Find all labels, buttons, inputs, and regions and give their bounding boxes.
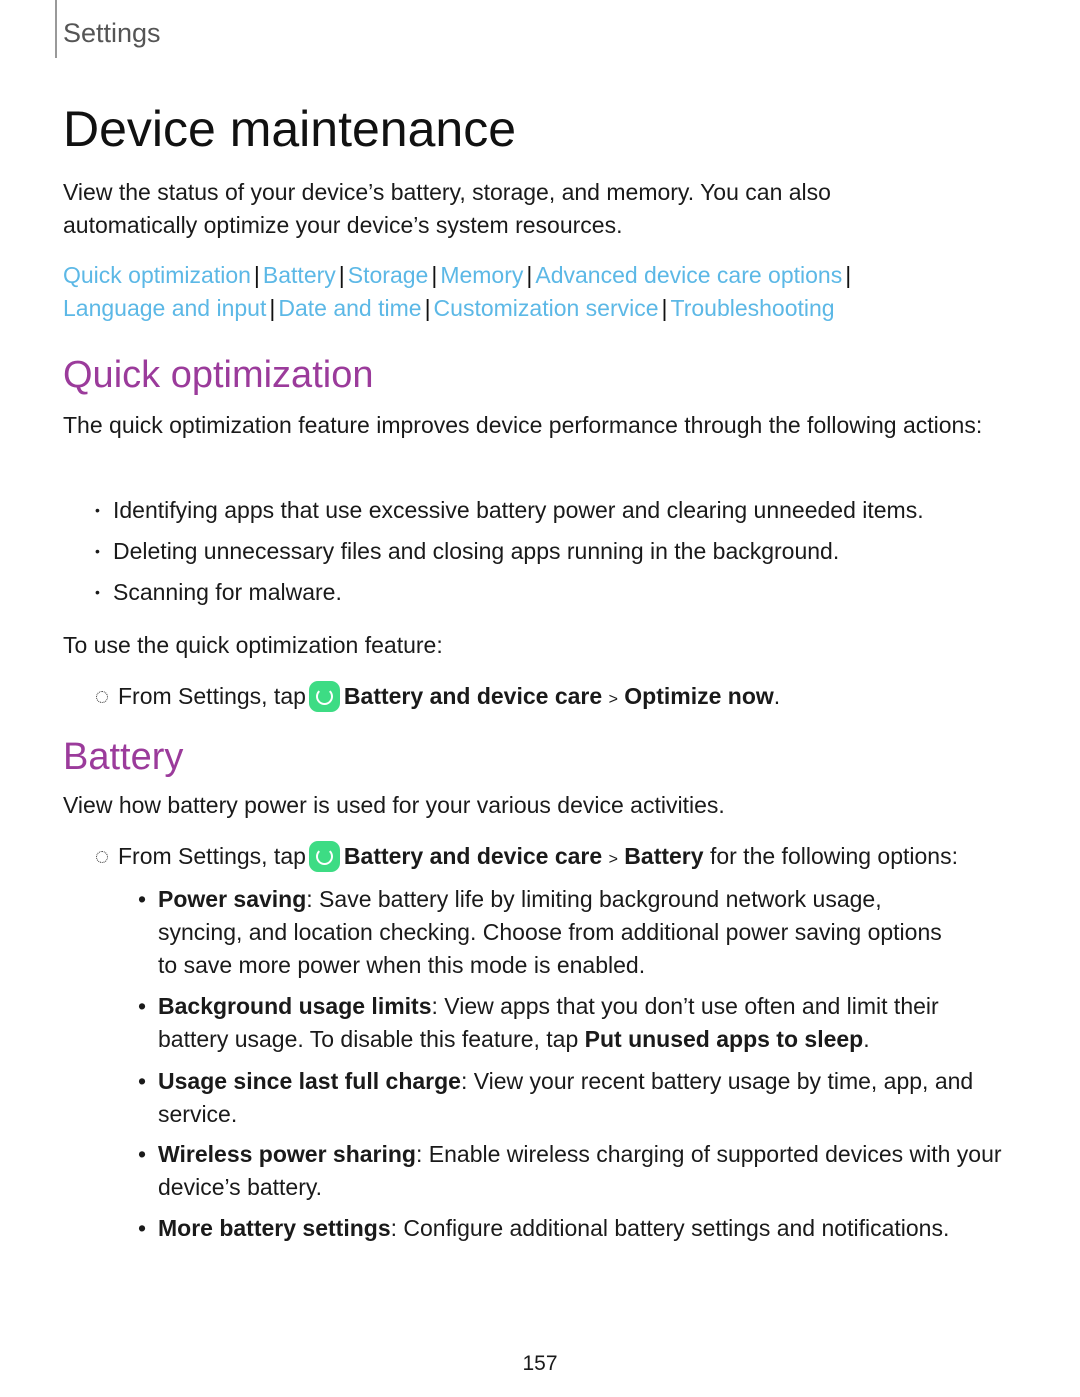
bullet-icon: • — [138, 1215, 147, 1241]
link-battery[interactable]: Battery — [263, 262, 336, 288]
bullet-text: Deleting unnecessary files and closing a… — [113, 538, 840, 564]
separator: | — [269, 295, 276, 321]
step-end: . — [773, 683, 781, 709]
page-number: 157 — [522, 1352, 558, 1375]
step-target: Battery — [624, 843, 704, 869]
list-item: • Identifying apps that use excessive bat… — [95, 494, 924, 527]
device-care-app-icon — [308, 841, 340, 872]
link-memory[interactable]: Memory — [440, 262, 523, 288]
separator: | — [253, 262, 260, 288]
step-app-name: Battery and device care — [343, 683, 603, 709]
separator: | — [338, 262, 345, 288]
bullet-icon: • — [95, 502, 100, 518]
bullet-text: Scanning for malware. — [113, 579, 342, 605]
topic-links: Quick optimization | Battery | Storage | Memor… — [63, 259, 1023, 325]
bullet-icon: • — [138, 1141, 147, 1167]
list-item: • Scanning for malware. — [95, 576, 342, 609]
manual-page: Settings Device maintenance View the sta… — [0, 0, 1080, 1397]
device-care-app-icon — [308, 681, 340, 712]
list-item: • Deleting unnecessary files and closing … — [95, 535, 840, 568]
battery-text: View how battery power is used for your … — [63, 792, 725, 818]
use-feature-text: To use the quick optimization feature: — [63, 632, 443, 658]
option-end: . — [863, 1026, 870, 1052]
header-divider — [55, 0, 57, 58]
option-wireless-power-sharing: • Wireless power sharing: Enable wireless… — [138, 1138, 1018, 1204]
link-quick-optimization[interactable]: Quick optimization — [63, 262, 251, 288]
option-power-saving: • Power saving: Save battery life by limi… — [138, 883, 958, 982]
option-more-battery-settings: • More battery settings: Configure additi… — [138, 1212, 1058, 1245]
intro-text: View the status of your device’s battery… — [63, 179, 831, 238]
link-troubleshooting[interactable]: Troubleshooting — [671, 295, 835, 321]
link-advanced-device-care[interactable]: Advanced device care options — [535, 262, 842, 288]
option-extra: Put unused apps to sleep — [584, 1026, 864, 1052]
page-title: Device maintenance — [63, 101, 517, 157]
separator: | — [661, 295, 668, 321]
separator: | — [845, 262, 852, 288]
option-background-usage: • Background usage limits: View apps that… — [138, 990, 998, 1056]
separator: | — [424, 295, 431, 321]
option-term: Background usage limits — [158, 993, 432, 1019]
bullet-icon: • — [95, 584, 100, 600]
section-header: Settings — [63, 18, 161, 48]
step-app-name: Battery and device care — [343, 843, 603, 869]
link-storage[interactable]: Storage — [348, 262, 429, 288]
option-term: Usage since last full charge — [158, 1068, 461, 1094]
bullet-icon: • — [138, 993, 147, 1019]
step-optimize: From Settings, tap Battery and device car… — [96, 680, 781, 716]
option-term: More battery settings — [158, 1215, 391, 1241]
bullet-icon: • — [138, 886, 147, 912]
bullet-text: Identifying apps that use excessive batt… — [113, 497, 924, 523]
separator: | — [431, 262, 438, 288]
step-battery: From Settings, tap Battery and device car… — [96, 840, 958, 876]
step-text: From Settings, tap — [118, 683, 306, 709]
option-desc: : Configure additional battery settings … — [390, 1215, 950, 1241]
option-usage-since-charge: • Usage since last full charge: View your… — [138, 1065, 988, 1131]
step-circle-icon — [96, 851, 108, 863]
link-date-time[interactable]: Date and time — [278, 295, 421, 321]
step-separator: > — [608, 691, 618, 708]
step-target: Optimize now — [624, 683, 774, 709]
quick-optimization-heading: Quick optimization — [63, 354, 374, 396]
step-end: for the following options: — [709, 843, 958, 869]
link-customization-service[interactable]: Customization service — [434, 295, 659, 321]
quick-optimization-text: The quick optimization feature improves … — [63, 412, 983, 438]
bullet-icon: • — [95, 543, 100, 559]
bullet-icon: • — [138, 1068, 147, 1094]
separator: | — [526, 262, 533, 288]
step-text: From Settings, tap — [118, 843, 306, 869]
option-term: Power saving — [158, 886, 307, 912]
step-circle-icon — [96, 691, 108, 703]
step-separator: > — [608, 851, 618, 868]
option-term: Wireless power sharing — [158, 1141, 416, 1167]
battery-heading: Battery — [63, 736, 184, 778]
link-language-input[interactable]: Language and input — [63, 295, 266, 321]
